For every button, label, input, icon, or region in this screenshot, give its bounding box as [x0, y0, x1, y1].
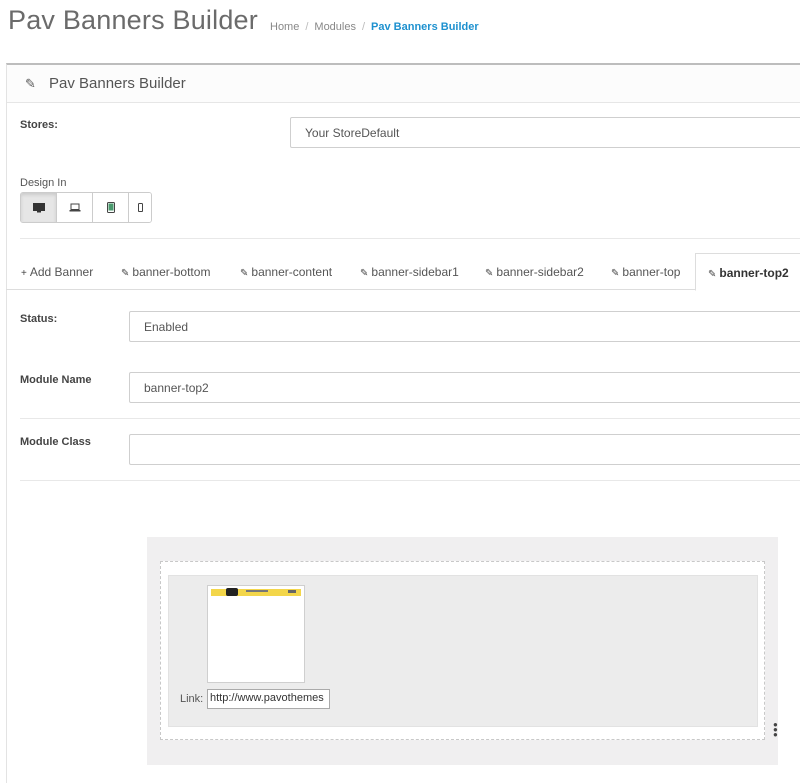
link-input[interactable]: http://www.pavothemes [207, 689, 330, 709]
link-label: Link: [180, 693, 204, 705]
page-header: Pav Banners Builder Home / Modules / Pav Ban… [0, 0, 800, 62]
breadcrumb-current[interactable]: Pav Banners Builder [371, 21, 479, 33]
divider [20, 238, 800, 239]
banner-builder: Link: http://www.pavothemes [147, 537, 778, 765]
breadcrumb: Home / Modules / Pav Banners Builder [270, 21, 479, 33]
tablet-view-button[interactable] [93, 193, 129, 222]
pencil-icon: ✎ [121, 268, 130, 279]
banner-preview-text [246, 590, 268, 592]
panel-heading: ✎ Pav Banners Builder [7, 65, 800, 103]
device-toggle-group [20, 192, 152, 223]
banner-preview-image [226, 588, 238, 596]
drag-handle-icon[interactable]: ● ● ● [773, 721, 778, 739]
builder-row[interactable]: Link: http://www.pavothemes [168, 575, 758, 727]
pencil-icon: ✎ [611, 268, 620, 279]
panel-title: Pav Banners Builder [49, 75, 186, 92]
plus-icon: + [21, 268, 27, 279]
tablet-icon [106, 202, 115, 213]
tab-banner-top[interactable]: ✎ banner-top [611, 253, 680, 290]
pencil-icon: ✎ [25, 76, 36, 91]
pencil-icon: ✎ [485, 268, 494, 279]
pencil-icon: ✎ [360, 268, 369, 279]
banner-tabs: + Add Banner ✎ banner-bottom ✎ banner-conte… [6, 253, 800, 291]
tab-banner-top2[interactable]: ✎ banner-top2 [695, 253, 800, 291]
tab-banner-sidebar1[interactable]: ✎ banner-sidebar1 [360, 253, 459, 290]
breadcrumb-modules[interactable]: Modules [314, 21, 356, 33]
phone-icon [137, 203, 143, 212]
module-class-input[interactable] [129, 434, 800, 465]
breadcrumb-home[interactable]: Home [270, 21, 299, 33]
design-in-label: Design In [20, 177, 67, 189]
module-name-input[interactable]: banner-top2 [129, 372, 800, 403]
laptop-icon [69, 203, 80, 212]
breadcrumb-separator: / [361, 21, 366, 33]
breadcrumb-separator: / [305, 21, 309, 33]
page-title: Pav Banners Builder [8, 5, 258, 35]
status-label: Status: [20, 313, 58, 325]
builder-dropzone[interactable]: Link: http://www.pavothemes [160, 561, 765, 740]
desktop-icon [32, 202, 45, 212]
pencil-icon: ✎ [240, 268, 249, 279]
status-select[interactable]: Enabled [129, 311, 800, 342]
stores-select[interactable]: Your StoreDefault [290, 117, 800, 148]
module-name-label: Module Name [20, 374, 92, 386]
tab-add-banner[interactable]: + Add Banner [21, 253, 93, 290]
banner-preview-button [288, 590, 296, 593]
tab-banner-content[interactable]: ✎ banner-content [240, 253, 332, 290]
module-class-label: Module Class [20, 436, 91, 448]
banner-thumbnail[interactable] [207, 585, 305, 683]
stores-label: Stores: [20, 119, 58, 131]
divider [20, 418, 800, 419]
divider [20, 480, 800, 481]
laptop-view-button[interactable] [57, 193, 93, 222]
phone-view-button[interactable] [129, 193, 151, 222]
tab-banner-bottom[interactable]: ✎ banner-bottom [121, 253, 210, 290]
desktop-view-button[interactable] [21, 193, 57, 222]
pencil-icon: ✎ [708, 269, 717, 280]
tab-banner-sidebar2[interactable]: ✎ banner-sidebar2 [485, 253, 584, 290]
